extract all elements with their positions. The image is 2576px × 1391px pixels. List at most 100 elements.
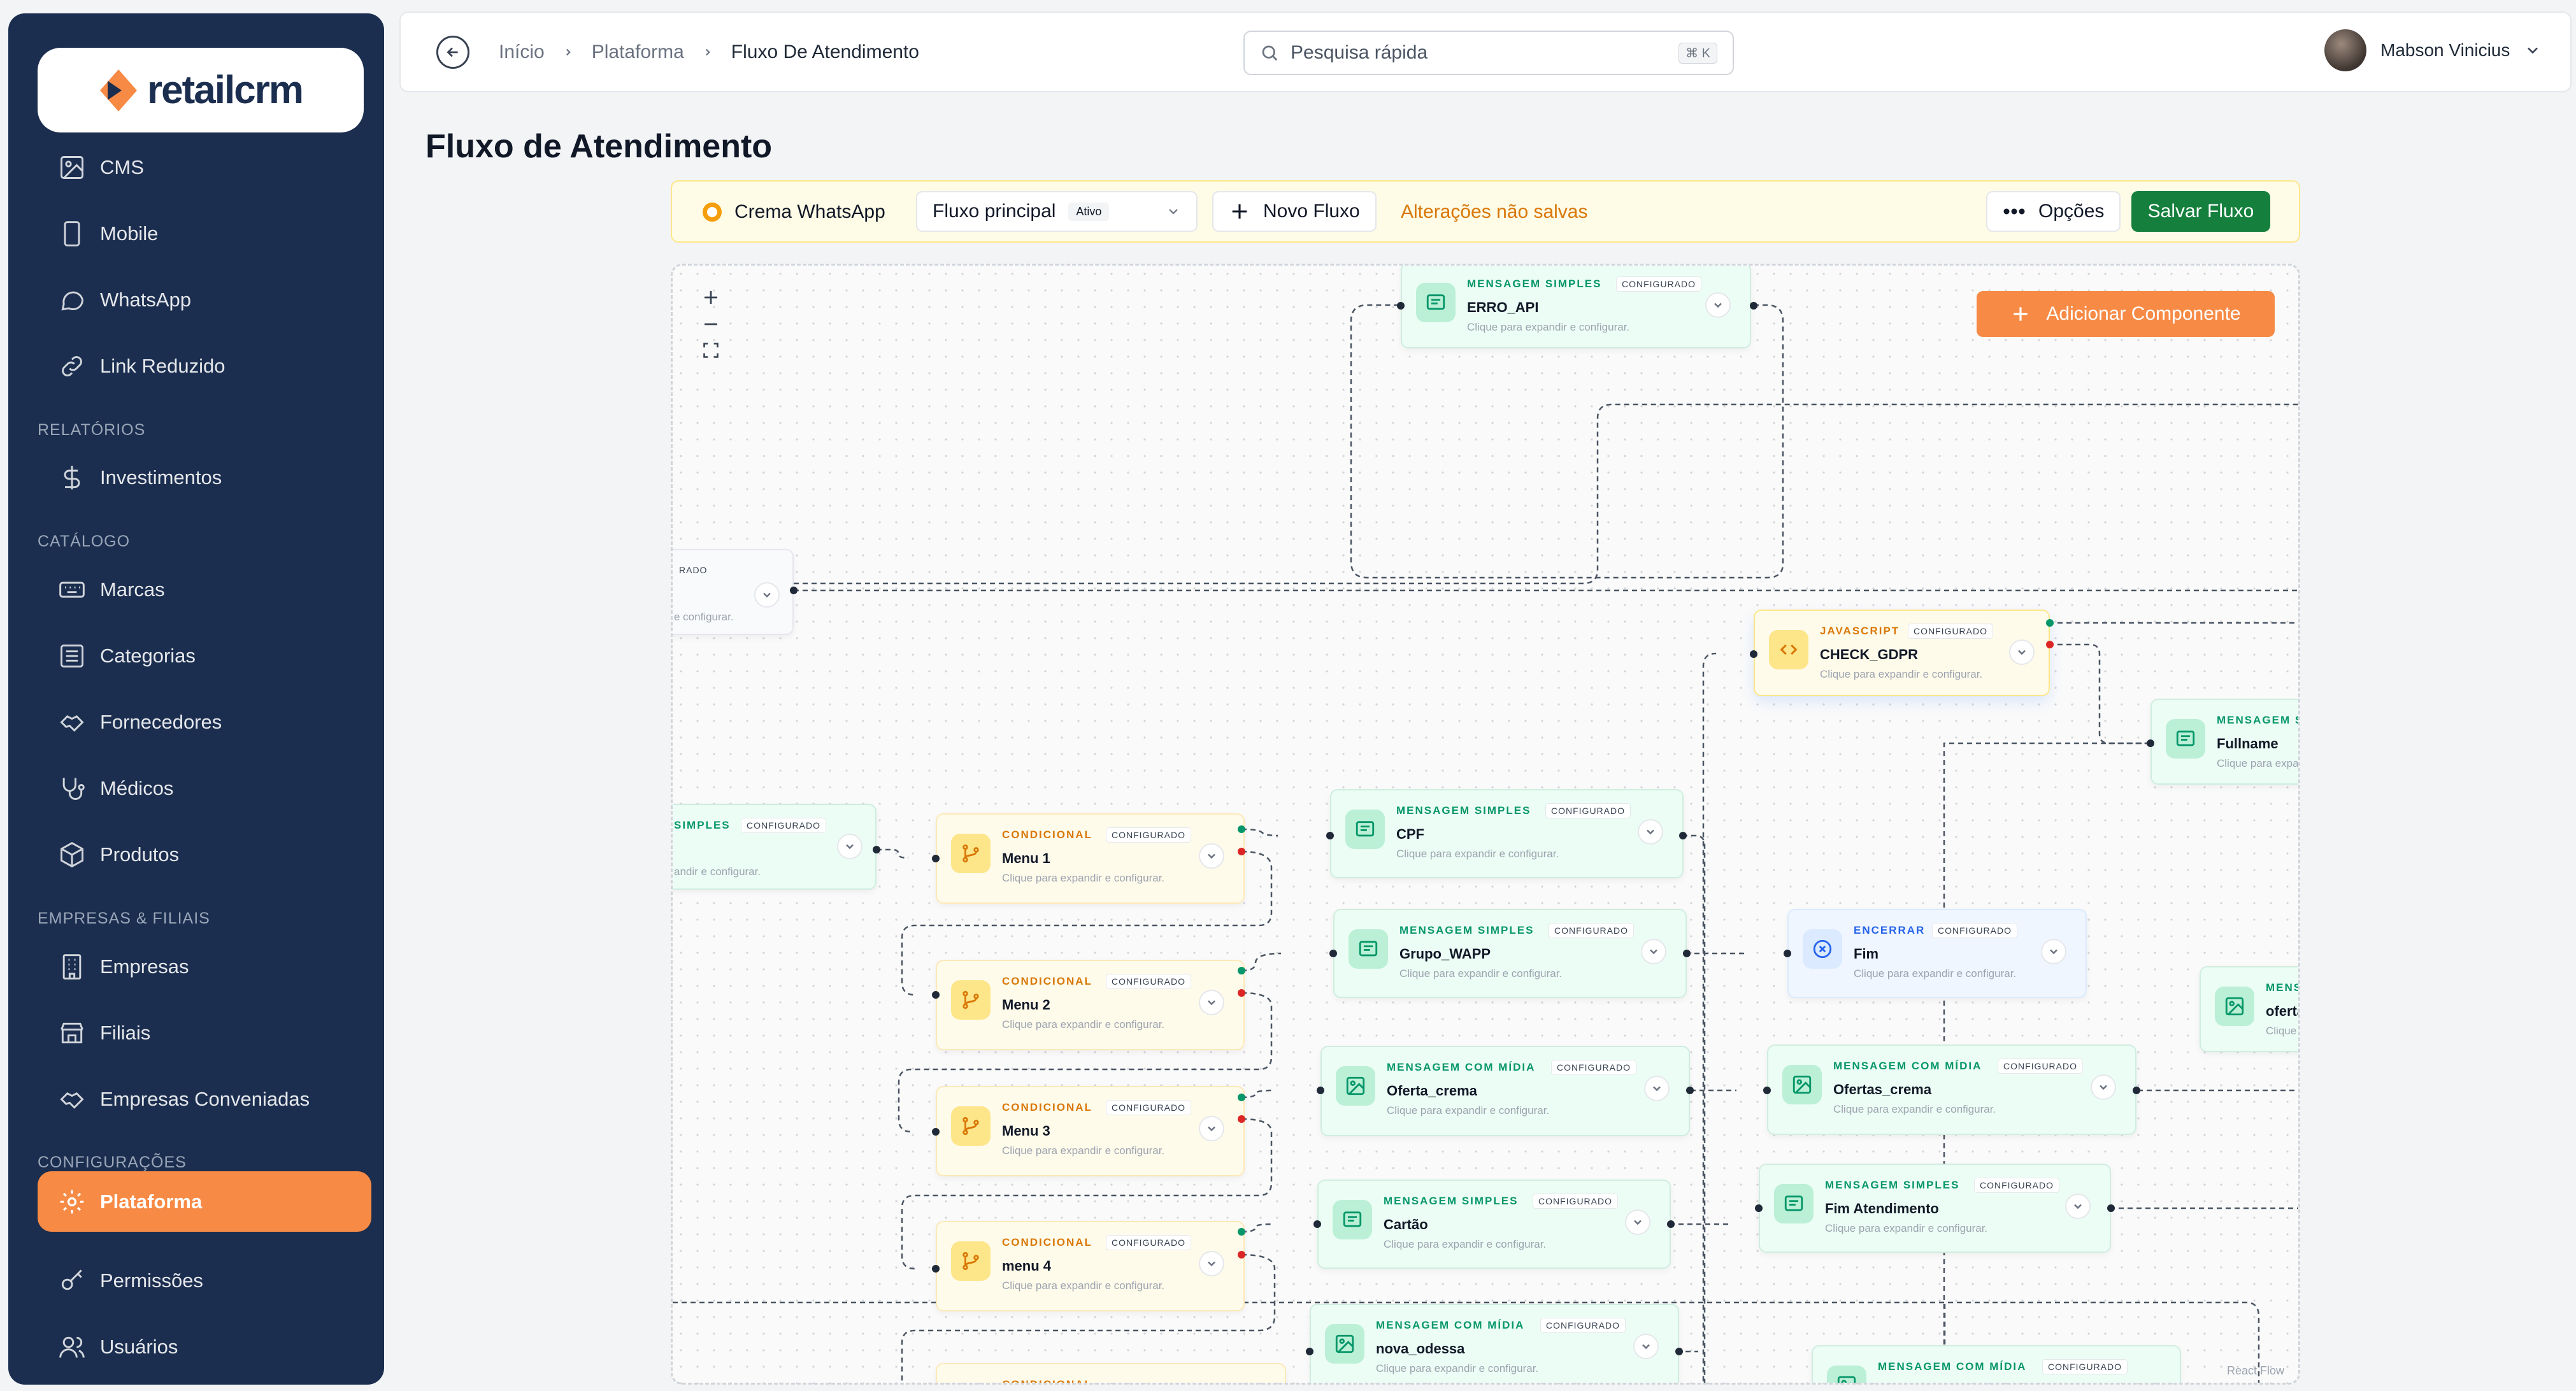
- flow-node-cpf[interactable]: MENSAGEM SIMPLES CONFIGURADO CPF Clique …: [1330, 789, 1684, 878]
- sidebar-item-empresas[interactable]: Empresas: [38, 936, 371, 997]
- connection-handle[interactable]: [1686, 1087, 1694, 1094]
- expand-node-button[interactable]: [837, 834, 862, 859]
- connection-handle[interactable]: [1683, 950, 1691, 957]
- search-input[interactable]: Pesquisa rápida ⌘ K: [1243, 31, 1734, 75]
- expand-node-button[interactable]: [2041, 939, 2066, 964]
- connection-handle[interactable]: [1238, 1094, 1245, 1101]
- sidebar-item-fornecedores[interactable]: Fornecedores: [38, 692, 371, 752]
- connection-handle[interactable]: [1763, 1087, 1771, 1094]
- connection-handle[interactable]: [1679, 832, 1687, 839]
- fit-view-icon[interactable]: [702, 341, 720, 359]
- connection-handle[interactable]: [1313, 1220, 1321, 1228]
- sidebar-item-usuarios[interactable]: Usuários: [38, 1316, 371, 1377]
- flow-node-erro-api[interactable]: MENSAGEM SIMPLES CONFIGURADO ERRO_API Cl…: [1401, 266, 1751, 348]
- flow-canvas[interactable]: Adicionar Componente RADO e configurar. …: [671, 264, 2300, 1385]
- connection-handle[interactable]: [1784, 950, 1791, 957]
- flow-node-ofertas-crema[interactable]: MENSAGEM COM MÍDIA CONFIGURADO Ofertas_c…: [1767, 1045, 2136, 1135]
- flow-node-menu-1[interactable]: CONDICIONAL CONFIGURADO Menu 1 Clique pa…: [936, 813, 1245, 904]
- logo[interactable]: retailcrm: [38, 48, 364, 132]
- flow-select[interactable]: Fluxo principal Ativo: [916, 191, 1198, 232]
- flow-node-partial[interactable]: RADO e configurar.: [673, 549, 794, 635]
- expand-node-button[interactable]: [1633, 1334, 1659, 1359]
- connection-handle[interactable]: [873, 846, 880, 853]
- add-component-button[interactable]: Adicionar Componente: [1977, 291, 2275, 337]
- connection-handle[interactable]: [1667, 1220, 1675, 1228]
- connection-handle[interactable]: [1397, 302, 1405, 310]
- sidebar-item-produtos[interactable]: Produtos: [38, 824, 371, 885]
- sidebar-item-plataforma[interactable]: Plataforma: [38, 1171, 371, 1232]
- connection-handle[interactable]: [932, 855, 940, 862]
- flow-node-partial[interactable]: CONDICIONAL: [936, 1363, 1286, 1383]
- flow-node-oferta[interactable]: MENS oferta Clique: [2200, 966, 2298, 1052]
- flow-node-partial[interactable]: SIMPLES CONFIGURADO andir e configurar.: [673, 804, 877, 890]
- connection-handle[interactable]: [932, 1128, 940, 1136]
- connection-handle[interactable]: [2107, 1204, 2115, 1212]
- flow-node-fim[interactable]: ENCERRAR CONFIGURADO Fim Clique para exp…: [1787, 909, 2087, 998]
- connection-handle[interactable]: [2147, 739, 2154, 747]
- flow-node-menu-4[interactable]: CONDICIONAL CONFIGURADO menu 4 Clique pa…: [936, 1221, 1245, 1311]
- sidebar-item-marcas[interactable]: Marcas: [38, 559, 371, 620]
- flow-node-check-gdpr[interactable]: JAVASCRIPT CONFIGURADO CHECK_GDPR Clique…: [1754, 610, 2050, 696]
- back-button[interactable]: [436, 36, 469, 69]
- connection-handle[interactable]: [2133, 1087, 2140, 1094]
- expand-node-button[interactable]: [1625, 1209, 1650, 1235]
- expand-node-button[interactable]: [1199, 990, 1224, 1015]
- expand-node-button[interactable]: [1199, 1116, 1224, 1141]
- sidebar-item-categorias[interactable]: Categorias: [38, 625, 371, 686]
- connection-handle[interactable]: [1306, 1348, 1313, 1355]
- connection-handle[interactable]: [1675, 1348, 1683, 1355]
- expand-node-button[interactable]: [1199, 1251, 1224, 1276]
- connection-handle[interactable]: [1329, 950, 1337, 957]
- expand-node-button[interactable]: [2009, 639, 2035, 665]
- connection-handle[interactable]: [1238, 848, 1245, 855]
- connection-handle[interactable]: [1238, 989, 1245, 997]
- flow-node-fullname[interactable]: MENSAGEM S Fullname Clique para expa: [2150, 699, 2298, 785]
- flow-node-menu-3[interactable]: CONDICIONAL CONFIGURADO Menu 3 Clique pa…: [936, 1086, 1245, 1176]
- connection-handle[interactable]: [1238, 967, 1245, 974]
- expand-node-button[interactable]: [2091, 1074, 2116, 1100]
- flow-node-menu-2[interactable]: CONDICIONAL CONFIGURADO Menu 2 Clique pa…: [936, 960, 1245, 1050]
- connection-handle[interactable]: [2046, 619, 2054, 627]
- connection-handle[interactable]: [1238, 1115, 1245, 1123]
- flow-node-oferta-crema[interactable]: MENSAGEM COM MÍDIA CONFIGURADO Oferta_cr…: [1320, 1046, 1690, 1136]
- connection-handle[interactable]: [932, 991, 940, 999]
- options-button[interactable]: Opções: [1986, 191, 2121, 232]
- breadcrumb-plataforma[interactable]: Plataforma: [592, 41, 684, 63]
- connection-handle[interactable]: [1750, 650, 1757, 658]
- expand-node-button[interactable]: [1705, 292, 1731, 318]
- sidebar-item-mobile[interactable]: Mobile: [38, 203, 371, 264]
- expand-node-button[interactable]: [1641, 939, 1666, 964]
- sidebar-item-filiais[interactable]: Filiais: [38, 1002, 371, 1063]
- sidebar-item-investimentos[interactable]: Investimentos: [38, 447, 371, 508]
- connection-handle[interactable]: [1750, 302, 1757, 310]
- connection-handle[interactable]: [1238, 825, 1245, 833]
- connection-handle[interactable]: [932, 1265, 940, 1273]
- flow-node-cartao[interactable]: MENSAGEM SIMPLES CONFIGURADO Cartão Cliq…: [1317, 1180, 1671, 1269]
- flow-node-media-partial[interactable]: MENSAGEM COM MÍDIA CONFIGURADO: [1812, 1345, 2181, 1383]
- connection-handle[interactable]: [1238, 1251, 1245, 1259]
- sidebar-item-link-reduzido[interactable]: Link Reduzido: [38, 336, 371, 396]
- flow-node-nova-odessa[interactable]: MENSAGEM COM MÍDIA CONFIGURADO nova_odes…: [1310, 1304, 1679, 1383]
- expand-node-button[interactable]: [754, 582, 780, 608]
- expand-node-button[interactable]: [2065, 1194, 2091, 1219]
- user-menu[interactable]: Mabson Vinicius: [2324, 29, 2542, 71]
- expand-node-button[interactable]: [1199, 843, 1224, 869]
- sidebar-item-cms[interactable]: CMS: [38, 137, 371, 197]
- flow-node-fim-atendimento[interactable]: MENSAGEM SIMPLES CONFIGURADO Fim Atendim…: [1759, 1164, 2111, 1253]
- connection-handle[interactable]: [1755, 1204, 1763, 1212]
- connection-handle[interactable]: [790, 587, 798, 594]
- sidebar-item-whatsapp[interactable]: WhatsApp: [38, 269, 371, 330]
- save-flow-button[interactable]: Salvar Fluxo: [2131, 191, 2270, 232]
- expand-node-button[interactable]: [1638, 819, 1663, 845]
- connection-handle[interactable]: [1326, 832, 1334, 839]
- sidebar-item-permissoes[interactable]: Permissões: [38, 1250, 371, 1311]
- expand-node-button[interactable]: [1644, 1076, 1670, 1101]
- sidebar-item-medicos[interactable]: Médicos: [38, 758, 371, 818]
- flow-node-grupo-wapp[interactable]: MENSAGEM SIMPLES CONFIGURADO Grupo_WAPP …: [1333, 909, 1687, 998]
- connection-handle[interactable]: [1238, 1228, 1245, 1236]
- breadcrumb-inicio[interactable]: Início: [499, 41, 545, 63]
- connection-handle[interactable]: [2046, 641, 2054, 648]
- zoom-in-icon[interactable]: [701, 288, 720, 307]
- connection-handle[interactable]: [1317, 1087, 1324, 1094]
- sidebar-item-empresas-conveniadas[interactable]: Empresas Conveniadas: [38, 1069, 371, 1129]
